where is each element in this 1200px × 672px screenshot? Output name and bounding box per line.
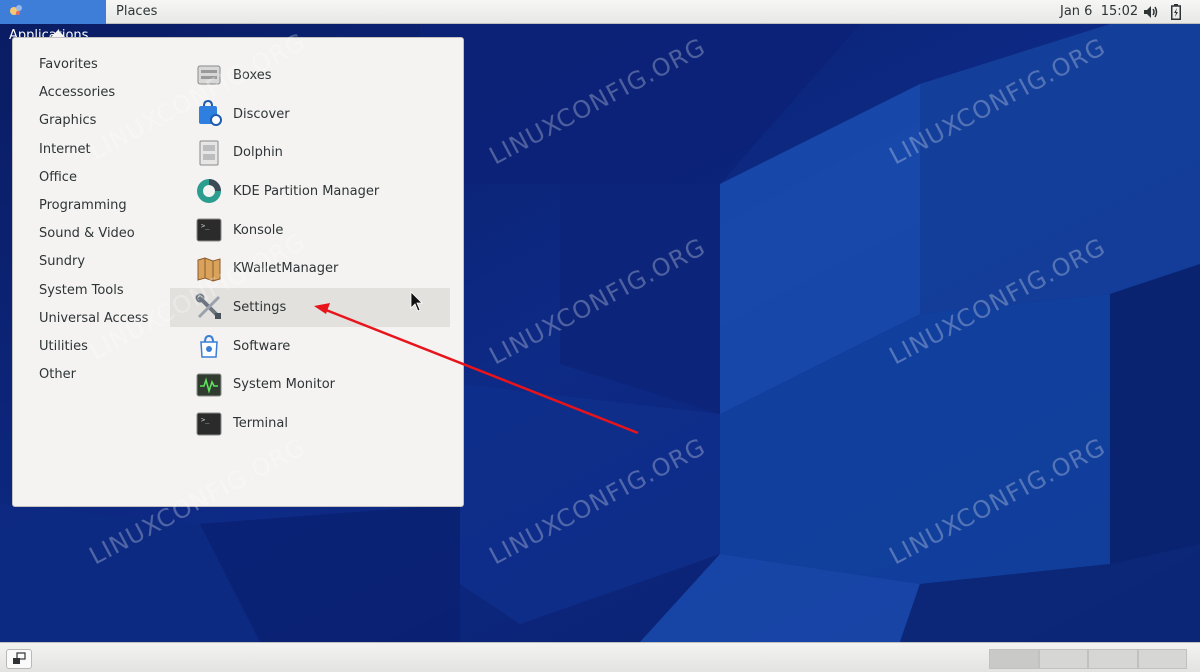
category-sundry[interactable]: Sundry [39, 254, 169, 282]
app-item-system-monitor[interactable]: System Monitor [170, 366, 450, 405]
category-programming[interactable]: Programming [39, 198, 169, 226]
svg-text:>_: >_ [201, 416, 210, 424]
app-label: Settings [233, 299, 287, 315]
app-label: Discover [233, 106, 290, 122]
app-item-kde-partition-manager[interactable]: KDE Partition Manager [170, 172, 450, 211]
app-label: Software [233, 338, 291, 354]
app-item-kwalletmanager[interactable]: KWalletManager [170, 249, 450, 288]
app-item-konsole[interactable]: >_ Konsole [170, 211, 450, 250]
applications-menu-button[interactable]: Applications [0, 0, 106, 43]
category-system-tools[interactable]: System Tools [39, 283, 169, 311]
category-other[interactable]: Other [39, 367, 169, 395]
category-sound-video[interactable]: Sound & Video [39, 226, 169, 254]
category-internet[interactable]: Internet [39, 142, 169, 170]
app-label: Konsole [233, 222, 284, 238]
show-desktop-icon [13, 652, 26, 664]
clock[interactable]: Jan 6 15:02 [1060, 0, 1138, 24]
top-panel: Applications Places Jan 6 15:02 [0, 0, 1200, 43]
app-label: Terminal [233, 416, 288, 432]
workspace-4[interactable] [1137, 649, 1187, 669]
svg-text:>_: >_ [201, 222, 210, 230]
settings-icon [195, 293, 221, 320]
system-monitor-icon [196, 373, 222, 397]
app-item-boxes[interactable]: Boxes [170, 56, 450, 95]
app-label: Dolphin [233, 145, 283, 161]
category-list: Favorites Accessories Graphics Internet … [39, 57, 169, 395]
places-menu-button[interactable]: Places [116, 0, 157, 24]
workspace-1[interactable] [989, 649, 1039, 669]
app-label: KWalletManager [233, 261, 339, 277]
app-item-software[interactable]: Software [170, 327, 450, 366]
kwallet-icon [197, 257, 221, 282]
dolphin-icon [199, 140, 219, 166]
partition-manager-icon [197, 179, 221, 204]
boxes-icon [197, 65, 221, 85]
applications-menu: Favorites Accessories Graphics Internet … [12, 37, 464, 507]
app-label: System Monitor [233, 377, 336, 393]
app-list: Boxes Discover Dolphin KDE Partition Man… [170, 56, 450, 443]
workspace-switcher [989, 649, 1187, 669]
category-utilities[interactable]: Utilities [39, 339, 169, 367]
bottom-panel [0, 642, 1200, 672]
terminal-icon: >_ [196, 412, 222, 436]
category-office[interactable]: Office [39, 170, 169, 198]
app-item-discover[interactable]: Discover [170, 95, 450, 134]
gnome-foot-icon [10, 5, 22, 15]
app-item-settings[interactable]: Settings [170, 288, 450, 327]
app-item-dolphin[interactable]: Dolphin [170, 133, 450, 172]
software-icon [200, 335, 218, 358]
workspace-3[interactable] [1088, 649, 1138, 669]
app-item-terminal[interactable]: >_ Terminal [170, 404, 450, 443]
workspace-2[interactable] [1038, 649, 1088, 669]
volume-icon[interactable] [1143, 5, 1159, 19]
category-universal-access[interactable]: Universal Access [39, 311, 169, 339]
app-label: KDE Partition Manager [233, 183, 380, 199]
app-label: Boxes [233, 67, 272, 83]
category-favorites[interactable]: Favorites [39, 57, 169, 85]
category-accessories[interactable]: Accessories [39, 85, 169, 113]
show-desktop-button[interactable] [6, 649, 32, 669]
battery-icon[interactable] [1171, 4, 1181, 20]
discover-icon [199, 100, 222, 127]
konsole-icon: >_ [196, 218, 222, 242]
category-graphics[interactable]: Graphics [39, 113, 169, 141]
